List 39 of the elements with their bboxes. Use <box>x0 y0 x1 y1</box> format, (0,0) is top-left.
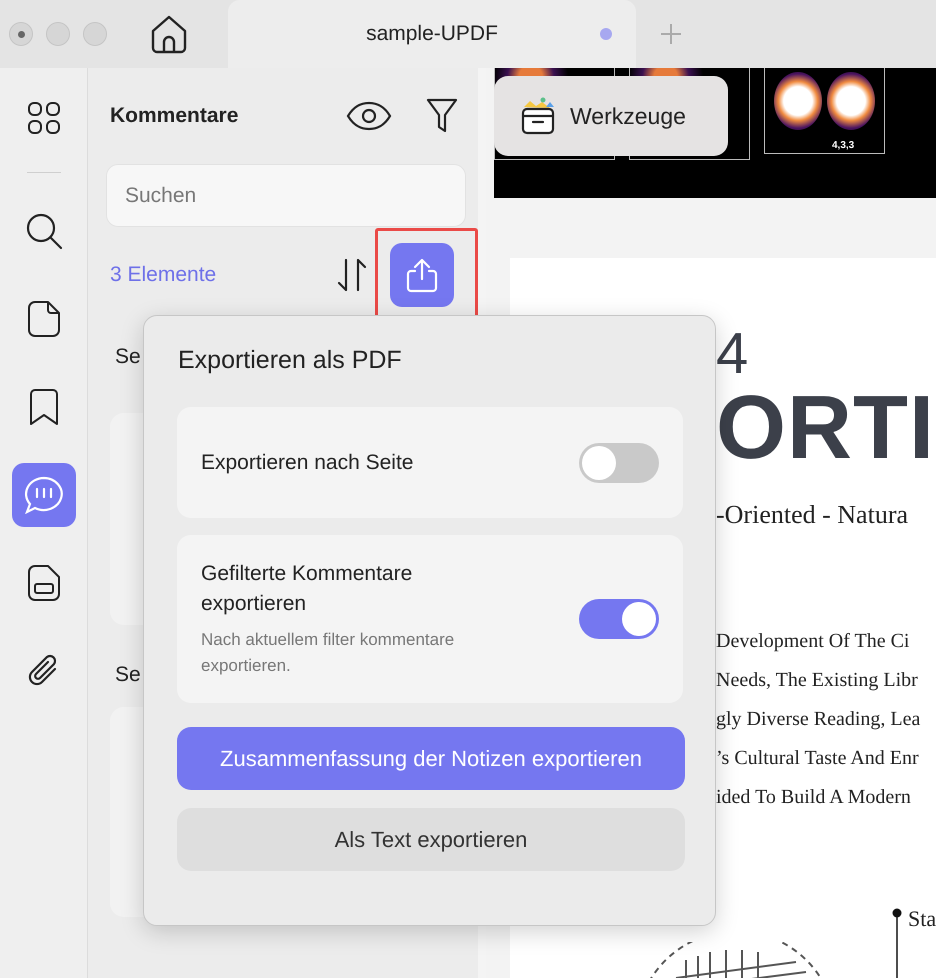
pin-icon <box>892 908 902 978</box>
export-button[interactable] <box>390 243 454 307</box>
section-heading: Se <box>115 663 141 687</box>
search-icon <box>24 212 62 250</box>
callout-text: Sta <box>908 906 936 932</box>
home-icon[interactable] <box>150 14 188 54</box>
option-hint: Nach aktuellem filter kommentare exportieren. <box>201 629 456 677</box>
comment-icon <box>24 476 64 514</box>
toggle-switch[interactable] <box>579 599 659 639</box>
share-icon <box>405 257 439 293</box>
item-count: 3 Elemente <box>109 263 218 287</box>
bookmark-icon <box>30 389 58 425</box>
sort-icon[interactable] <box>336 258 368 292</box>
search-field[interactable]: Suchen <box>106 164 466 227</box>
document-tab[interactable]: sample-UPDF <box>228 0 636 68</box>
page-icon <box>28 301 60 337</box>
modified-dot-icon <box>600 28 612 40</box>
toolbox-icon <box>520 97 556 135</box>
close-button[interactable] <box>9 22 33 46</box>
document-icon <box>28 565 60 601</box>
eye-icon[interactable] <box>346 101 392 131</box>
export-option-button[interactable]: Zusammenfassung der Notizen exportieren <box>177 727 685 790</box>
body-text: Development Of The Ci <box>716 629 910 654</box>
grid-icon <box>26 101 60 135</box>
option-label: Exportieren nach Seite <box>201 450 414 476</box>
tools-button[interactable]: Werkzeuge <box>494 76 728 156</box>
body-text: gly Diverse Reading, Lea <box>716 707 922 732</box>
figure-label: 4,3,3 <box>832 140 854 151</box>
menu-title: Exportieren als PDF <box>178 346 403 375</box>
filter-icon[interactable] <box>426 98 458 134</box>
toggle-switch[interactable] <box>579 442 659 482</box>
document-subtitle: -Oriented - Natura <box>716 500 910 530</box>
section-heading: Se <box>115 345 141 369</box>
body-text: ’s Cultural Taste And Enr <box>716 746 920 771</box>
export-option-button[interactable]: Als Text exportieren <box>177 808 685 871</box>
option-label: Gefilterte Kommentare exportieren <box>201 561 414 617</box>
body-text: Needs, The Existing Libr <box>716 668 919 693</box>
panel-title: Kommentare <box>109 104 240 128</box>
body-text: ided To Build A Modern <box>716 785 912 810</box>
